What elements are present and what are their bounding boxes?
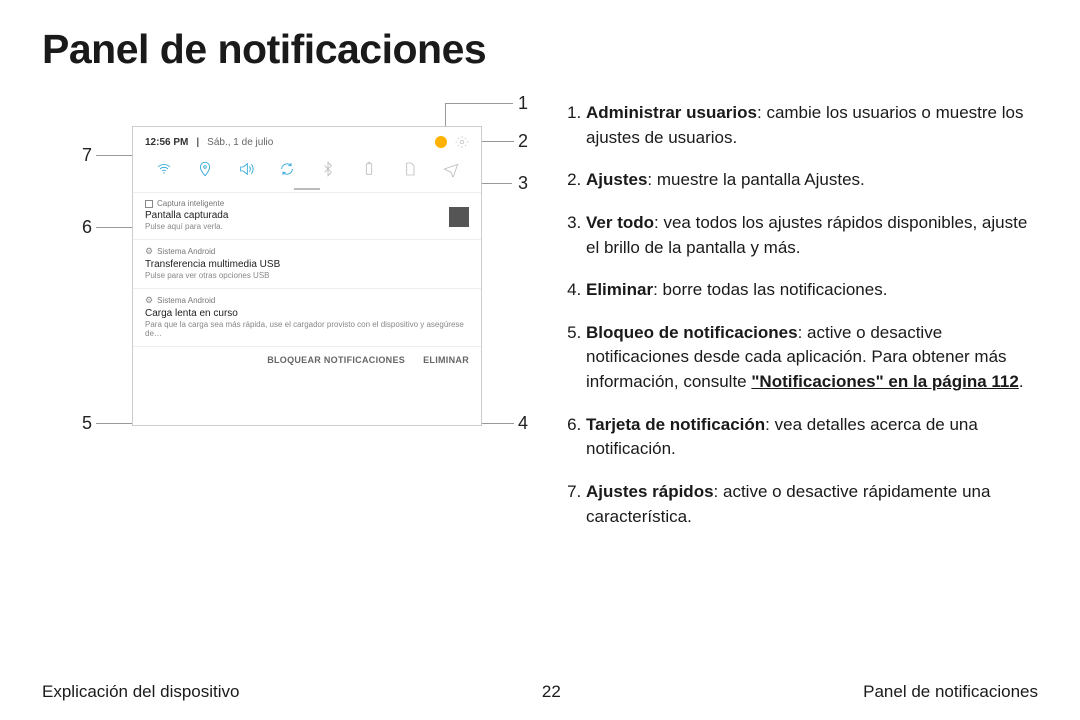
legend-item-2: Ajustes: muestre la pantalla Ajustes. [586, 168, 1038, 193]
clear-button[interactable]: ELIMINAR [423, 355, 469, 365]
notif-app-row: Captura inteligente [145, 199, 469, 208]
footer-left: Explicación del dispositivo [42, 682, 240, 702]
legend-item-5: Bloqueo de notificaciones: active o desa… [586, 321, 1038, 395]
notif-subtitle: Pulse aquí para verla. [145, 222, 469, 231]
page-title: Panel de notificaciones [42, 26, 1038, 73]
page-footer: Explicación del dispositivo 22 Panel de … [42, 682, 1038, 702]
callout-1: 1 [518, 93, 528, 114]
legend-list: Administrar usuarios: cambie los usuario… [564, 101, 1038, 529]
settings-icon[interactable] [455, 135, 469, 149]
status-time: 12:56 PM [145, 137, 188, 148]
legend-item-3: Ver todo: vea todos los ajustes rápidos … [586, 211, 1038, 260]
notif-subtitle: Pulse para ver otras opciones USB [145, 271, 469, 280]
user-icon[interactable] [435, 136, 447, 148]
content: 1 2 3 4 5 6 7 12:56 PM | Sáb., 1 de juli… [42, 101, 1038, 547]
notification-card[interactable]: ⚙ Sistema Android Carga lenta en curso Pa… [133, 288, 481, 346]
wifi-icon[interactable] [156, 161, 172, 180]
app-icon [145, 200, 153, 208]
legend-item-1: Administrar usuarios: cambie los usuario… [586, 101, 1038, 150]
notif-app-name: Captura inteligente [157, 199, 224, 208]
notif-title: Pantalla capturada [145, 210, 469, 221]
sound-icon[interactable] [238, 161, 254, 180]
notification-card[interactable]: ⚙ Sistema Android Transferencia multimedi… [133, 239, 481, 288]
callout-5: 5 [82, 413, 92, 434]
notification-actions: BLOQUEAR NOTIFICACIONES ELIMINAR [133, 346, 481, 373]
rotate-icon[interactable] [279, 161, 295, 180]
callout-3: 3 [518, 173, 528, 194]
legend-item-7: Ajustes rápidos: active o desactive rápi… [586, 480, 1038, 529]
gear-icon: ⚙ [145, 295, 153, 306]
status-separator: | [196, 137, 199, 148]
notif-title: Carga lenta en curso [145, 308, 469, 319]
callout-2: 2 [518, 131, 528, 152]
legend-item-4: Eliminar: borre todas las notificaciones… [586, 278, 1038, 303]
status-bar: 12:56 PM | Sáb., 1 de julio [133, 127, 481, 157]
legend-column: Administrar usuarios: cambie los usuario… [564, 101, 1038, 547]
footer-page-number: 22 [542, 682, 561, 702]
airplane-icon[interactable] [443, 161, 459, 180]
callout-7: 7 [82, 145, 92, 166]
page-reference-link[interactable]: "Notificaciones" en la página 112 [751, 372, 1018, 391]
location-icon[interactable] [197, 161, 213, 180]
gear-icon: ⚙ [145, 246, 153, 257]
status-date: Sáb., 1 de julio [207, 137, 273, 148]
notif-subtitle: Para que la carga sea más rápida, use el… [145, 320, 469, 338]
callout-4: 4 [518, 413, 528, 434]
notif-thumbnail [449, 207, 469, 227]
notif-app-row: ⚙ Sistema Android [145, 246, 469, 257]
quick-settings-row [133, 157, 481, 188]
notif-app-name: Sistema Android [157, 296, 215, 305]
leader-1h [445, 103, 513, 104]
power-saving-icon[interactable] [361, 161, 377, 180]
callout-6: 6 [82, 217, 92, 238]
expand-handle[interactable] [294, 188, 320, 190]
notification-card[interactable]: Captura inteligente Pantalla capturada P… [133, 192, 481, 239]
notif-title: Transferencia multimedia USB [145, 259, 469, 270]
sim-icon[interactable] [402, 161, 418, 180]
bluetooth-icon[interactable] [320, 161, 336, 180]
legend-item-6: Tarjeta de notificación: vea detalles ac… [586, 413, 1038, 462]
figure-column: 1 2 3 4 5 6 7 12:56 PM | Sáb., 1 de juli… [42, 101, 532, 531]
notification-panel: 12:56 PM | Sáb., 1 de julio [132, 126, 482, 426]
notif-app-row: ⚙ Sistema Android [145, 295, 469, 306]
block-notifications-button[interactable]: BLOQUEAR NOTIFICACIONES [267, 355, 405, 365]
notif-app-name: Sistema Android [157, 247, 215, 256]
footer-right: Panel de notificaciones [863, 682, 1038, 702]
